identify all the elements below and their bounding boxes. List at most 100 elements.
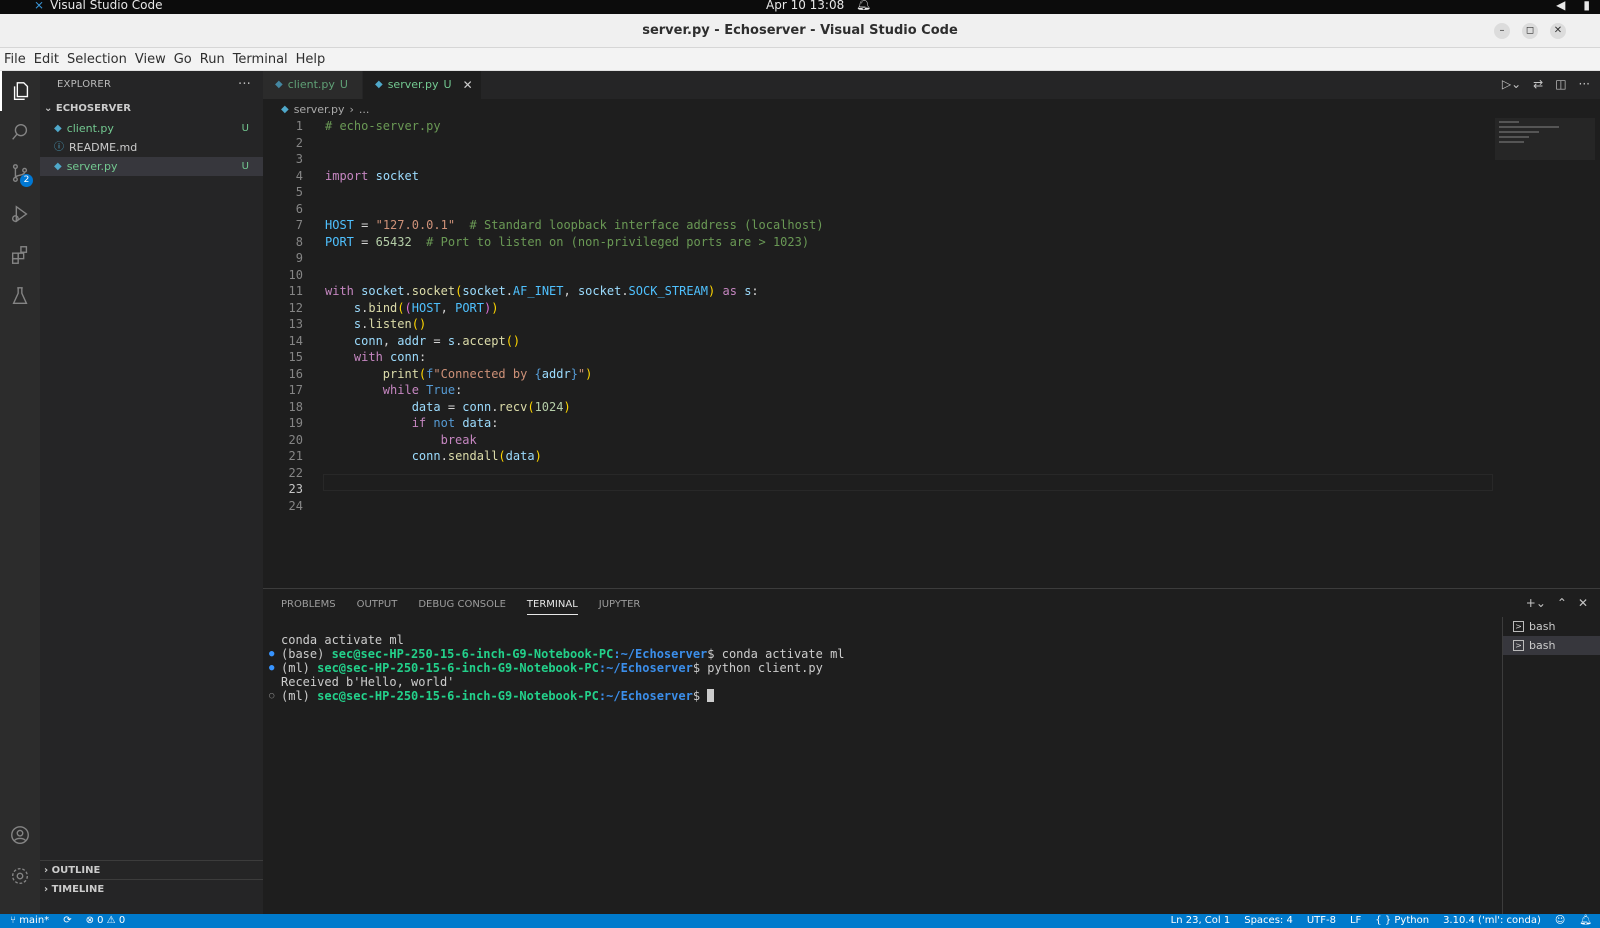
language-mode[interactable]: { } Python	[1375, 914, 1429, 928]
code-editor[interactable]: 1 # echo-server.py 2 3 4 import socket 5 6…	[263, 118, 1493, 588]
problems-count[interactable]: ⊗ 0 ⚠ 0	[86, 914, 126, 928]
explorer-more-button[interactable]: ···	[238, 71, 251, 99]
menu-run[interactable]: Run	[200, 52, 231, 67]
battery-icon[interactable]: ▮	[1583, 0, 1590, 12]
file-name: client.py	[66, 122, 114, 135]
terminal-icon: >	[1513, 640, 1524, 651]
cursor-position[interactable]: Ln 23, Col 1	[1171, 914, 1231, 928]
os-app-name: Visual Studio Code	[50, 0, 163, 12]
tab-jupyter[interactable]: JUPYTER	[599, 599, 641, 615]
run-file-icon[interactable]: ▷⌄	[1502, 77, 1521, 91]
open-changes-icon[interactable]: ⇄	[1533, 77, 1543, 91]
menu-go[interactable]: Go	[174, 52, 198, 67]
new-terminal-icon[interactable]: +⌄	[1526, 596, 1546, 610]
tab-client-py[interactable]: ◆ client.py U	[263, 71, 362, 99]
git-branch[interactable]: ⑂ main*	[10, 914, 49, 928]
system-tray[interactable]: ◀ ▮	[1556, 0, 1590, 12]
untracked-badge: U	[241, 123, 249, 134]
folder-echoserver[interactable]: ⌄ ECHOSERVER	[40, 99, 263, 119]
notification-bell-icon[interactable]: 🔔︎	[856, 0, 871, 11]
source-control-activity[interactable]: 2	[0, 153, 40, 193]
terminal-instance[interactable]: > bash	[1503, 617, 1600, 636]
python-file-icon: ◆	[54, 161, 62, 172]
testing-activity[interactable]	[0, 276, 40, 316]
file-name: README.md	[69, 141, 138, 154]
account-icon	[11, 826, 29, 844]
run-debug-activity[interactable]	[0, 194, 40, 234]
bottom-panel: PROBLEMS OUTPUT DEBUG CONSOLE TERMINAL J…	[263, 588, 1600, 915]
tab-terminal[interactable]: TERMINAL	[526, 599, 578, 615]
feedback-icon[interactable]: ☺	[1555, 914, 1565, 928]
tab-label: server.py	[387, 78, 439, 91]
os-top-bar: ⨯ Visual Studio Code Apr 10 13:08 🔔︎ ◀ ▮	[0, 0, 1600, 14]
menu-help[interactable]: Help	[296, 52, 332, 67]
tab-status: U	[339, 78, 348, 91]
branch-icon: ⑂	[10, 915, 20, 926]
file-server-py[interactable]: ◆ server.py U	[40, 157, 263, 176]
indentation[interactable]: Spaces: 4	[1244, 914, 1293, 928]
chevron-right-icon: ›	[44, 865, 49, 876]
timeline-section[interactable]: › TIMELINE	[40, 879, 263, 898]
tab-problems[interactable]: PROBLEMS	[281, 599, 336, 615]
activity-bar: 2	[0, 71, 40, 914]
command-success-icon: ●	[269, 663, 275, 673]
maximize-panel-icon[interactable]: ⌃	[1557, 596, 1567, 610]
file-client-py[interactable]: ◆ client.py U	[40, 119, 263, 138]
terminal-output[interactable]: conda activate ml ● (base) sec@sec-HP-250…	[269, 633, 845, 703]
split-editor-icon[interactable]: ◫	[1555, 77, 1566, 91]
manage-activity[interactable]	[0, 856, 40, 896]
terminal-instance[interactable]: > bash	[1503, 636, 1600, 655]
terminal-line: ● (base) sec@sec-HP-250-15-6-inch-G9-Note…	[269, 647, 845, 661]
end-of-line[interactable]: LF	[1350, 914, 1361, 928]
maximize-button[interactable]: ◻	[1522, 23, 1538, 39]
close-window-button[interactable]: ✕	[1550, 23, 1566, 39]
tab-status: U	[443, 78, 452, 91]
tab-server-py[interactable]: ◆ server.py U ✕	[363, 71, 481, 99]
minimap[interactable]	[1495, 118, 1595, 160]
menu-view[interactable]: View	[135, 52, 172, 67]
sync-icon[interactable]: ⟳	[63, 914, 71, 928]
search-icon	[12, 123, 28, 140]
explorer-activity[interactable]	[0, 71, 40, 111]
files-icon	[13, 82, 29, 100]
accounts-activity[interactable]	[0, 815, 40, 855]
window-title: server.py - Echoserver - Visual Studio C…	[642, 23, 958, 38]
notifications-icon[interactable]: 🔔︎	[1579, 914, 1592, 928]
menu-selection[interactable]: Selection	[67, 52, 133, 67]
menu-terminal[interactable]: Terminal	[233, 52, 294, 67]
chevron-down-icon: ⌄	[44, 103, 53, 114]
file-readme-md[interactable]: ⓘ README.md	[40, 138, 263, 157]
terminal-icon: >	[1513, 621, 1524, 632]
window-title-bar: server.py - Echoserver - Visual Studio C…	[0, 14, 1600, 48]
chevron-right-icon: ›	[44, 884, 49, 895]
info-file-icon: ⓘ	[54, 142, 64, 153]
source-control-badge: 2	[20, 174, 33, 187]
volume-icon[interactable]: ◀	[1556, 0, 1565, 12]
menu-file[interactable]: File	[4, 52, 32, 67]
tab-label: client.py	[287, 78, 335, 91]
command-pending-icon: ○	[269, 691, 275, 701]
gear-icon	[11, 867, 29, 885]
terminal-line: ● (ml) sec@sec-HP-250-15-6-inch-G9-Notebo…	[269, 661, 823, 675]
terminal-line: Received b'Hello, world'	[281, 675, 455, 689]
tab-debug-console[interactable]: DEBUG CONSOLE	[418, 599, 506, 615]
close-tab-icon[interactable]: ✕	[463, 71, 473, 99]
close-panel-icon[interactable]: ✕	[1578, 596, 1588, 610]
search-activity[interactable]	[0, 112, 40, 152]
python-interpreter[interactable]: 3.10.4 ('ml': conda)	[1443, 914, 1541, 928]
tab-output[interactable]: OUTPUT	[357, 599, 398, 615]
python-file-icon: ◆	[375, 79, 383, 90]
panel-tabs: PROBLEMS OUTPUT DEBUG CONSOLE TERMINAL J…	[281, 599, 661, 615]
editor-tabs: ◆ client.py U ◆ server.py U ✕ ▷⌄ ⇄ ◫ ···	[263, 71, 1600, 99]
extensions-icon	[11, 246, 28, 264]
outline-section[interactable]: › OUTLINE	[40, 860, 263, 879]
more-actions-icon[interactable]: ···	[1579, 77, 1590, 91]
editor-actions: ▷⌄ ⇄ ◫ ···	[1502, 77, 1590, 91]
menu-edit[interactable]: Edit	[34, 52, 65, 67]
activities-app-menu[interactable]: ⨯ Visual Studio Code	[34, 0, 162, 12]
system-clock[interactable]: Apr 10 13:08	[766, 0, 844, 12]
terminal-line: conda activate ml	[281, 633, 404, 647]
encoding[interactable]: UTF-8	[1307, 914, 1336, 928]
extensions-activity[interactable]	[0, 235, 40, 275]
minimize-button[interactable]: –	[1494, 23, 1510, 39]
